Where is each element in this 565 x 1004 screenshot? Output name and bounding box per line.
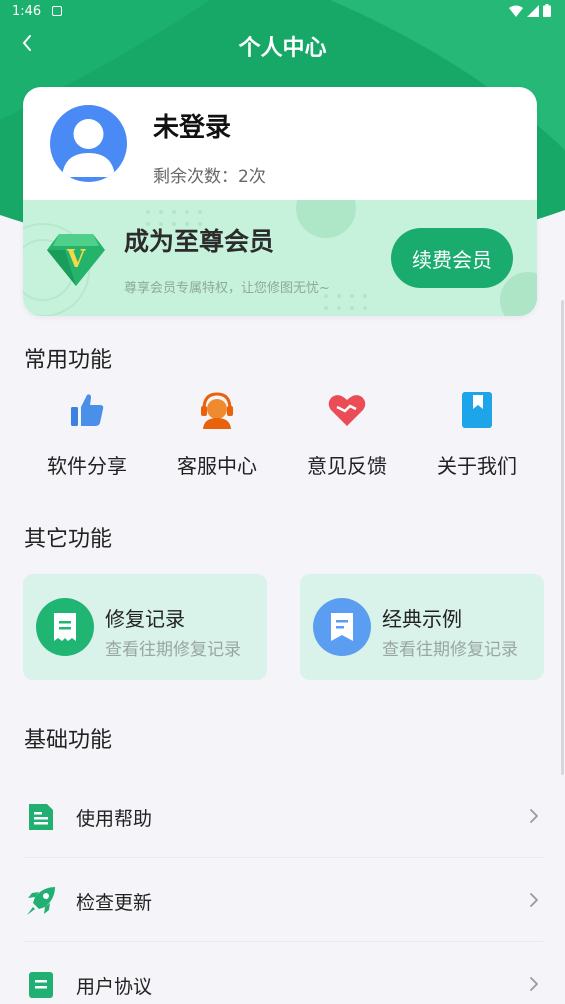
repair-records-title: 修复记录 [105,607,185,631]
func-share-label: 软件分享 [47,454,127,478]
func-feedback-label: 意见反馈 [307,454,387,478]
customer-service-icon [197,390,237,430]
user-name: 未登录 [153,113,232,143]
func-share[interactable]: 软件分享 [22,390,152,490]
section-title-other: 其它功能 [24,527,113,552]
heart-icon [327,390,367,430]
vip-diamond-icon: V [47,234,105,286]
user-avatar-icon [62,119,115,177]
list-item-help-label: 使用帮助 [76,808,153,830]
battery-icon [543,4,551,17]
renew-membership-button[interactable]: 续费会员 [391,228,513,288]
scrollbar[interactable] [561,300,564,775]
chevron-right-icon [530,809,538,823]
notification-icon [52,6,62,16]
receipt-icon [36,598,94,656]
func-about-label: 关于我们 [437,454,517,478]
list-item-agreement-label: 用户协议 [76,976,153,998]
repair-records-card[interactable]: 修复记录 查看往期修复记录 [23,574,267,680]
classic-examples-title: 经典示例 [382,607,462,631]
status-bar: 1:46 [0,0,565,26]
remaining-value: 2次 [238,167,266,187]
func-service[interactable]: 客服中心 [152,390,282,490]
func-feedback[interactable]: 意见反馈 [282,390,412,490]
help-doc-icon [24,800,58,834]
common-functions: 软件分享 客服中心 意见反馈 关于我们 [22,390,543,490]
wifi-icon [509,5,523,17]
remaining-count: 剩余次数：2次 [153,162,266,187]
classic-examples-subtitle: 查看往期修复记录 [382,640,518,660]
thumbs-up-icon [67,390,107,430]
chevron-right-icon [530,977,538,991]
book-icon [457,390,497,430]
section-title-basic: 基础功能 [24,728,113,753]
svg-text:V: V [66,244,86,273]
func-about[interactable]: 关于我们 [412,390,542,490]
page-title: 个人中心 [238,36,327,61]
list-item-help[interactable]: 使用帮助 [24,774,543,858]
remaining-label: 剩余次数： [153,167,238,187]
chevron-right-icon [530,893,538,907]
profile-card: 未登录 剩余次数：2次 V 成为至尊会员 尊享会员专属特权，让您修图无忧~ 续费… [23,87,537,316]
func-service-label: 客服中心 [177,454,257,478]
vip-title: 成为至尊会员 [124,227,275,256]
vip-subtitle: 尊享会员专属特权，让您修图无忧~ [124,281,330,296]
nav-bar: 个人中心 [0,26,565,66]
agreement-icon [24,968,58,1002]
avatar[interactable] [50,105,127,182]
status-indicators [509,4,551,17]
rocket-icon [24,884,58,918]
repair-records-subtitle: 查看往期修复记录 [105,640,241,660]
list-item-update-label: 检查更新 [76,892,153,914]
vip-banner: V 成为至尊会员 尊享会员专属特权，让您修图无忧~ 续费会员 [23,200,537,316]
section-title-common: 常用功能 [24,348,113,373]
signal-icon [527,4,539,17]
bookmark-icon [313,598,371,656]
list-item-agreement[interactable]: 用户协议 [24,942,543,1004]
status-time: 1:46 [12,4,42,19]
list-item-update[interactable]: 检查更新 [24,858,543,942]
classic-examples-card[interactable]: 经典示例 查看往期修复记录 [300,574,544,680]
